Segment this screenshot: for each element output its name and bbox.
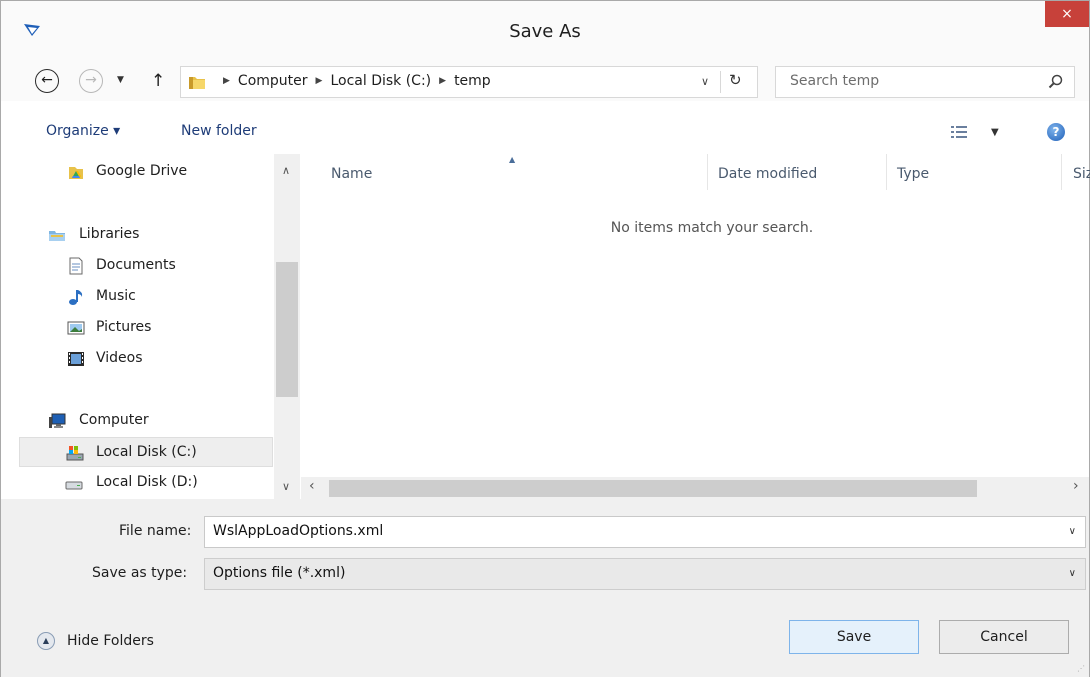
view-dropdown-icon[interactable]: ▼ [991,127,999,138]
new-folder-button[interactable]: New folder [181,123,257,139]
close-button[interactable]: × [1045,1,1089,27]
save-type-label: Save as type: [92,565,188,581]
nav-item-libraries[interactable]: Libraries [1,220,273,250]
nav-item-videos[interactable]: Videos [1,344,273,374]
save-button[interactable]: Save [789,620,919,654]
scroll-right-icon[interactable]: › [1073,478,1079,494]
back-arrow-icon: ← [35,69,59,93]
nav-item-google-drive[interactable]: Google Drive [1,157,273,187]
column-divider[interactable] [1061,154,1062,190]
breadcrumb-temp[interactable]: temp [454,73,491,89]
videos-icon [68,352,84,366]
breadcrumb-local-disk[interactable]: Local Disk (C:) [330,73,431,89]
column-header-size[interactable]: Siz [1073,166,1090,182]
file-name-label: File name: [119,523,192,539]
window-title: Save As [509,21,581,42]
address-bar[interactable]: ▶ Computer ▶ Local Disk (C:) ▶ temp ∨ ↻ [180,66,758,98]
search-placeholder: Search temp [790,73,880,89]
collapse-up-icon: ▲ [37,632,55,650]
nav-item-label: Music [96,288,136,304]
column-divider[interactable] [886,154,887,190]
folder-icon [189,77,205,89]
nav-item-label: Local Disk (C:) [96,444,197,460]
file-name-field[interactable]: WslAppLoadOptions.xml ∨ [204,516,1086,548]
computer-icon [49,413,66,428]
save-form: File name: WslAppLoadOptions.xml ∨ Save … [1,499,1089,677]
nav-item-pictures[interactable]: Pictures [1,313,273,343]
chevron-down-icon[interactable]: ∨ [1069,526,1076,537]
breadcrumb-chevron-icon[interactable]: ▶ [439,76,446,86]
drive-icon [65,481,83,490]
nav-item-local-disk-c[interactable]: Local Disk (C:) [19,437,273,467]
save-as-dialog: Save As × ← → ▼ ↑ ▶ Computer ▶ Local Disk (… [0,0,1090,677]
save-type-select[interactable]: Options file (*.xml) ∨ [204,558,1086,590]
column-divider[interactable] [707,154,708,190]
hide-folders-label: Hide Folders [67,633,154,649]
address-row: ← → ▼ ↑ ▶ Computer ▶ Local Disk (C:) ▶ temp ∨… [1,63,1089,101]
organize-button[interactable]: Organize ▾ [46,123,120,139]
libraries-icon [49,231,65,241]
nav-item-label: Videos [96,350,143,366]
breadcrumb-chevron-icon[interactable]: ▶ [316,76,323,86]
address-dropdown-icon[interactable]: ∨ [701,75,709,88]
cancel-button[interactable]: Cancel [939,620,1069,654]
nav-item-label: Local Disk (D:) [96,474,198,490]
nav-item-music[interactable]: Music [1,282,273,312]
address-divider [720,71,721,93]
search-input[interactable]: Search temp [775,66,1075,98]
chevron-down-icon[interactable]: ∨ [1069,568,1076,579]
scrollbar-thumb[interactable] [329,480,977,497]
refresh-icon[interactable]: ↻ [729,71,742,89]
nav-item-computer[interactable]: Computer [1,406,273,436]
search-icon[interactable] [1048,74,1064,90]
view-options-icon[interactable] [951,125,967,139]
column-header-type[interactable]: Type [897,166,929,182]
nav-item-label: Libraries [79,226,140,242]
google-drive-icon [69,167,83,179]
pictures-icon [67,321,85,335]
nav-item-label: Documents [96,257,176,273]
local-disk-icon [66,446,84,461]
nav-item-documents[interactable]: Documents [1,251,273,281]
recent-locations-button[interactable]: ▼ [117,75,124,85]
save-type-value: Options file (*.xml) [213,565,346,581]
scroll-up-icon[interactable]: ∧ [282,164,290,177]
sort-ascending-icon: ▲ [509,155,516,164]
file-name-value[interactable]: WslAppLoadOptions.xml [213,523,383,539]
forward-button[interactable]: → [79,69,103,93]
help-icon[interactable]: ? [1047,123,1065,141]
scrollbar-thumb[interactable] [276,262,298,397]
music-icon [69,290,83,305]
empty-message: No items match your search. [610,220,814,236]
nav-item-local-disk-d[interactable]: Local Disk (D:) [1,468,273,498]
nav-item-label: Computer [79,412,149,428]
nav-item-label: Pictures [96,319,152,335]
scroll-down-icon[interactable]: ∨ [282,480,290,493]
breadcrumb-chevron-icon[interactable]: ▶ [223,76,230,86]
documents-icon [69,257,83,275]
breadcrumb-computer[interactable]: Computer [238,73,308,89]
column-header-name[interactable]: Name [331,166,372,182]
title-bar: Save As × [1,1,1089,63]
nav-item-label: Google Drive [96,163,188,179]
resize-grip-icon[interactable]: ⋰ [1077,664,1085,673]
nav-vertical-scrollbar[interactable]: ∧ ∨ [274,154,300,499]
scroll-left-icon[interactable]: ‹ [309,478,315,494]
file-list-horizontal-scrollbar[interactable]: ‹ › [301,477,1089,499]
forward-arrow-icon: → [79,69,103,93]
breadcrumb: ▶ Computer ▶ Local Disk (C:) ▶ temp [215,73,491,89]
back-button[interactable]: ← [35,69,59,93]
file-list: ▲ Name Date modified Type Siz No items m… [301,154,1090,499]
up-button[interactable]: ↑ [151,71,165,91]
column-header-date-modified[interactable]: Date modified [718,166,817,182]
navigation-pane: Google Drive Libraries Documents Music P… [1,154,301,499]
command-toolbar: Organize ▾ New folder ▼ ? [1,115,1089,149]
